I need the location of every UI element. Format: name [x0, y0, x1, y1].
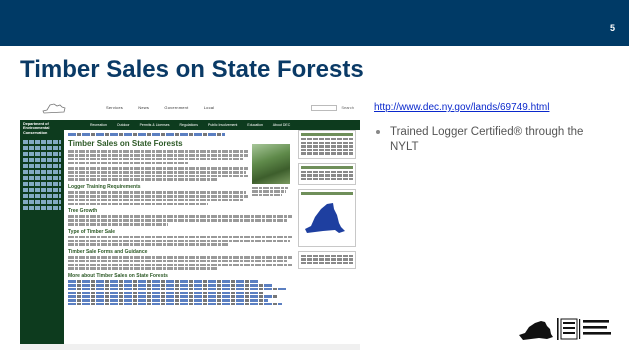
text-line	[68, 287, 286, 291]
site-section-heading: More about Timber Sales on State Forests	[68, 273, 168, 279]
site-sidebar: Department of Environmental Conservation	[20, 120, 64, 350]
site-search: Search	[311, 105, 354, 111]
sidebar-link	[23, 163, 61, 169]
site-search-label: Search	[341, 105, 354, 111]
site-section-heading: Timber Sale Forms and Guidance	[68, 248, 148, 255]
slide-title: Timber Sales on State Forests	[20, 56, 364, 83]
right-box	[298, 162, 356, 185]
text-line	[68, 157, 244, 161]
right-box-map	[298, 188, 356, 247]
site-nav-band: Recreation Outdoor Permits & Licenses Re…	[20, 120, 360, 130]
website-screenshot: Services News Government Local Search Re…	[20, 98, 360, 350]
text-line	[68, 222, 168, 226]
sidebar-link	[23, 193, 61, 199]
text-line	[68, 178, 218, 182]
text-line	[68, 195, 248, 198]
site-band-nav: Recreation Outdoor Permits & Licenses Re…	[90, 123, 299, 127]
slide-number: 5	[609, 23, 615, 33]
sidebar-link	[23, 205, 61, 211]
text-line	[68, 299, 268, 302]
band-nav-item: Recreation	[90, 123, 107, 127]
site-section-heading: Type of Timber Sale	[68, 228, 116, 235]
text-line	[68, 267, 218, 270]
photo-caption	[252, 186, 290, 197]
site-right-column	[298, 130, 356, 273]
band-nav-item: Permits & Licenses	[139, 123, 170, 127]
sidebar-link	[23, 140, 61, 145]
text-line	[68, 150, 248, 153]
sidebar-link	[23, 181, 61, 187]
sidebar-link	[23, 199, 61, 205]
text-line	[68, 191, 246, 194]
text-line	[68, 215, 292, 218]
text-line	[68, 174, 248, 178]
site-footer	[20, 344, 360, 350]
slide-top-bar	[0, 0, 629, 46]
nys-dec-logo-icon	[519, 318, 611, 340]
right-box	[298, 250, 356, 269]
site-header: Services News Government Local Search	[20, 98, 360, 120]
sidebar-link	[23, 187, 61, 193]
text-line	[68, 202, 208, 206]
sidebar-link	[23, 169, 61, 175]
text-line	[68, 280, 258, 283]
band-nav-item: Regulations	[179, 123, 198, 127]
nav-services: Services	[106, 105, 123, 110]
right-box	[298, 130, 356, 159]
site-section-heading: Tree Growth	[68, 208, 98, 215]
bullet-dot	[376, 130, 380, 134]
band-nav-item: Outdoor	[116, 123, 130, 127]
site-search-box	[311, 105, 338, 111]
text-line	[68, 167, 248, 170]
text-line	[68, 235, 292, 239]
forest-photo	[252, 144, 290, 184]
text-line	[68, 256, 292, 259]
sidebar-link	[23, 157, 61, 163]
text-line	[68, 170, 246, 174]
site-header-nav: Services News Government Local	[106, 105, 228, 110]
site-sidebar-links	[23, 140, 61, 212]
band-nav-item: Education	[247, 123, 263, 127]
text-line	[68, 295, 278, 298]
ny-state-map-icon	[305, 202, 345, 233]
sidebar-link	[23, 175, 61, 181]
site-department-name: Department of Environmental Conservation	[23, 122, 50, 135]
text-line	[68, 243, 228, 246]
text-line	[68, 263, 292, 267]
text-line	[68, 198, 244, 202]
text-line	[68, 153, 248, 157]
text-line	[68, 239, 290, 243]
text-line	[68, 302, 282, 306]
sidebar-link	[23, 151, 61, 157]
sidebar-link	[23, 145, 61, 151]
source-url-link[interactable]: http://www.dec.ny.gov/lands/69749.html	[374, 102, 549, 113]
band-nav-item: About DEC	[272, 123, 291, 127]
band-nav-item: Public Involvement	[207, 123, 238, 127]
text-line	[68, 291, 264, 295]
text-line	[68, 161, 188, 165]
nav-news: News	[138, 105, 150, 110]
site-breadcrumb	[68, 133, 292, 138]
text-line	[68, 219, 288, 222]
nav-government: Government	[164, 105, 189, 110]
state-outline-icon	[42, 103, 66, 114]
nav-local: Local	[203, 105, 215, 110]
text-line	[68, 259, 288, 263]
text-line	[68, 283, 273, 287]
bullet-item: Trained Logger Certified® through the NY…	[390, 126, 584, 153]
